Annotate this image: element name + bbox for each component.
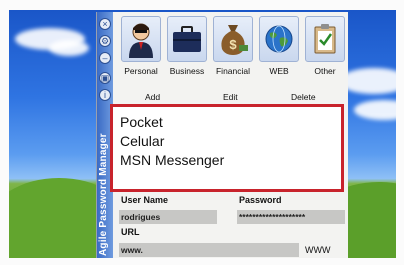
category-toolbar: Personal Business $ Financial WEB Other: [119, 16, 345, 86]
category-label: WEB: [269, 66, 289, 76]
globe-icon: [259, 16, 299, 62]
settings-icon[interactable]: ⚙: [99, 35, 111, 47]
screenshot-frame: × ⚙ – ▣ i Agile Password Manager Persona…: [0, 0, 404, 265]
url-label: URL: [121, 227, 140, 237]
list-item[interactable]: MSN Messenger: [113, 151, 341, 170]
person-icon: [121, 16, 161, 62]
category-label: Business: [169, 66, 205, 76]
url-field[interactable]: www.: [119, 243, 299, 257]
minimize-icon[interactable]: –: [99, 52, 111, 64]
password-manager-window: × ⚙ – ▣ i Agile Password Manager Persona…: [96, 12, 348, 258]
clipboard-icon: [305, 16, 345, 62]
open-url-link[interactable]: WWW: [305, 245, 330, 255]
category-web[interactable]: WEB: [257, 16, 301, 84]
svg-text:$: $: [229, 37, 237, 52]
password-label: Password: [239, 195, 282, 205]
add-button[interactable]: Add: [145, 92, 160, 102]
delete-button[interactable]: Delete: [291, 92, 316, 102]
username-field[interactable]: rodrigues: [119, 210, 217, 224]
category-personal[interactable]: Personal: [119, 16, 163, 84]
close-icon[interactable]: ×: [99, 18, 111, 30]
entry-details: User Name Password rodrigues ***********…: [119, 193, 345, 258]
edit-button[interactable]: Edit: [223, 92, 238, 102]
category-label: Other: [314, 66, 336, 76]
lock-icon[interactable]: ▣: [99, 72, 111, 84]
username-label: User Name: [121, 195, 169, 205]
money-bag-icon: $: [213, 16, 253, 62]
category-financial[interactable]: $ Financial: [211, 16, 255, 84]
category-business[interactable]: Business: [165, 16, 209, 84]
category-label: Personal: [124, 66, 158, 76]
list-item[interactable]: Pocket: [113, 113, 341, 132]
info-icon[interactable]: i: [99, 89, 111, 101]
category-other[interactable]: Other: [303, 16, 347, 84]
list-item[interactable]: Celular: [113, 132, 341, 151]
password-field[interactable]: ********************: [237, 210, 345, 224]
briefcase-icon: [167, 16, 207, 62]
category-label: Financial: [215, 66, 251, 76]
entry-list[interactable]: Pocket Celular MSN Messenger: [110, 104, 344, 192]
